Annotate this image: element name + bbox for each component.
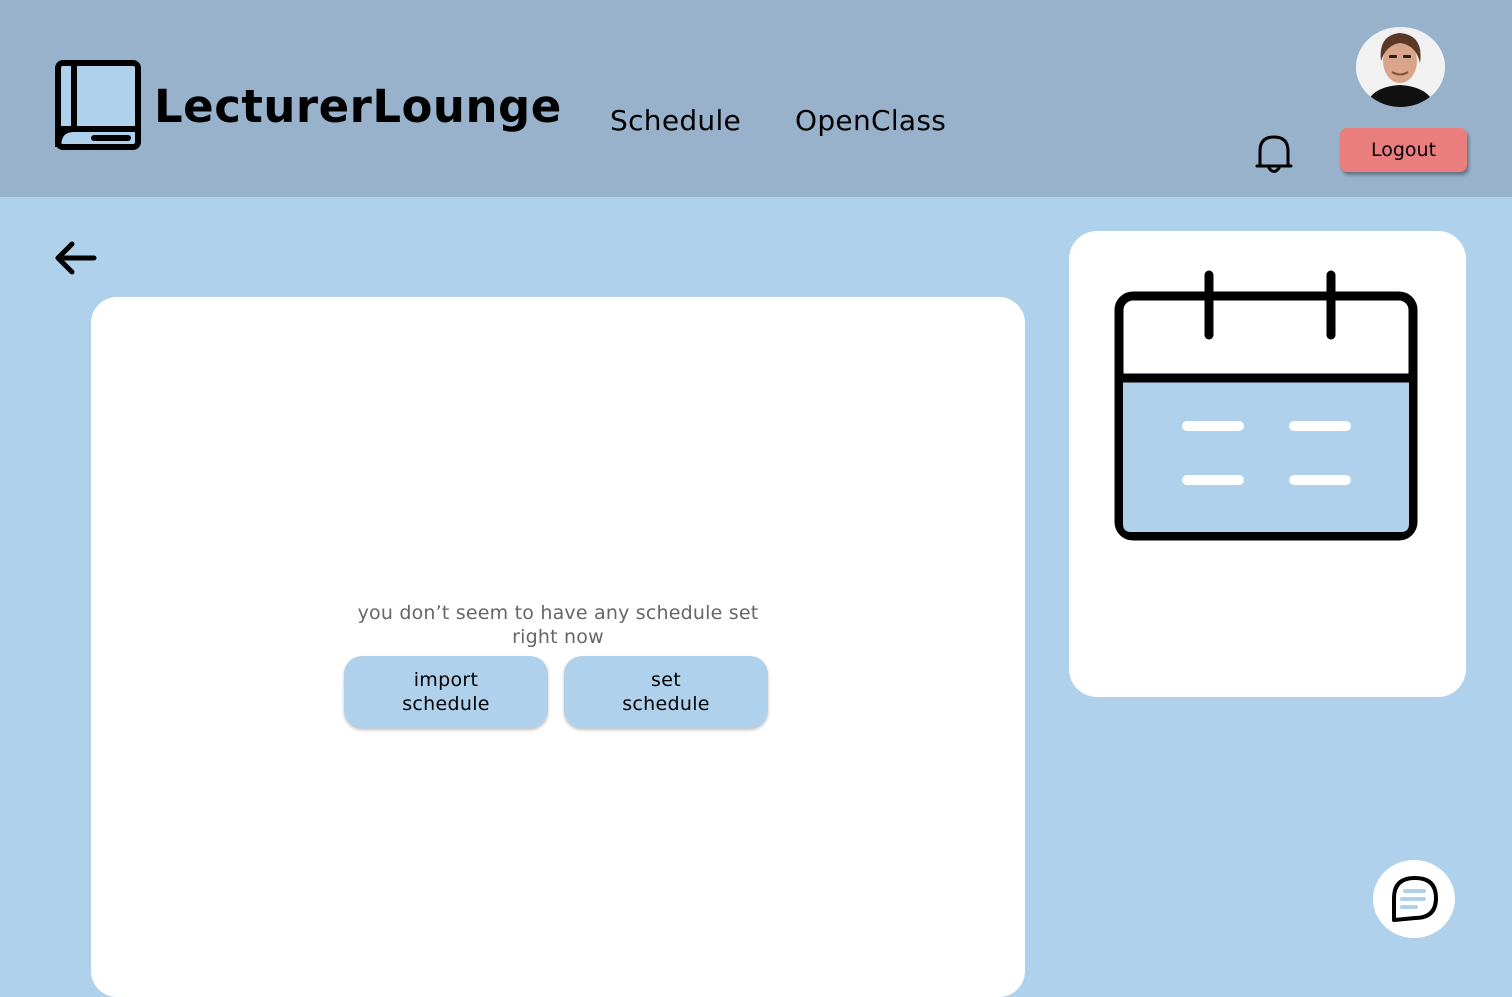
- avatar-image: [1356, 27, 1445, 107]
- brand-name: LecturerLounge: [154, 80, 562, 133]
- nav-openclass[interactable]: OpenClass: [795, 104, 946, 137]
- arrow-left-icon[interactable]: [52, 238, 98, 278]
- chat-button[interactable]: [1373, 860, 1455, 938]
- empty-schedule-message: you don’t seem to have any schedule set …: [357, 602, 759, 648]
- top-header: LecturerLounge Schedule OpenClass Logout: [0, 0, 1512, 197]
- calendar-icon: [1114, 270, 1418, 541]
- book-icon: [55, 60, 141, 150]
- chat-bubble-icon: [1392, 876, 1438, 922]
- calendar-card: [1069, 231, 1466, 697]
- nav-schedule[interactable]: Schedule: [610, 104, 741, 137]
- bell-icon[interactable]: [1255, 133, 1293, 175]
- logout-button[interactable]: Logout: [1340, 128, 1467, 172]
- import-schedule-button[interactable]: import schedule: [344, 656, 548, 728]
- set-schedule-button[interactable]: set schedule: [564, 656, 768, 728]
- user-avatar[interactable]: [1356, 27, 1445, 107]
- schedule-panel: you don’t seem to have any schedule set …: [91, 297, 1025, 997]
